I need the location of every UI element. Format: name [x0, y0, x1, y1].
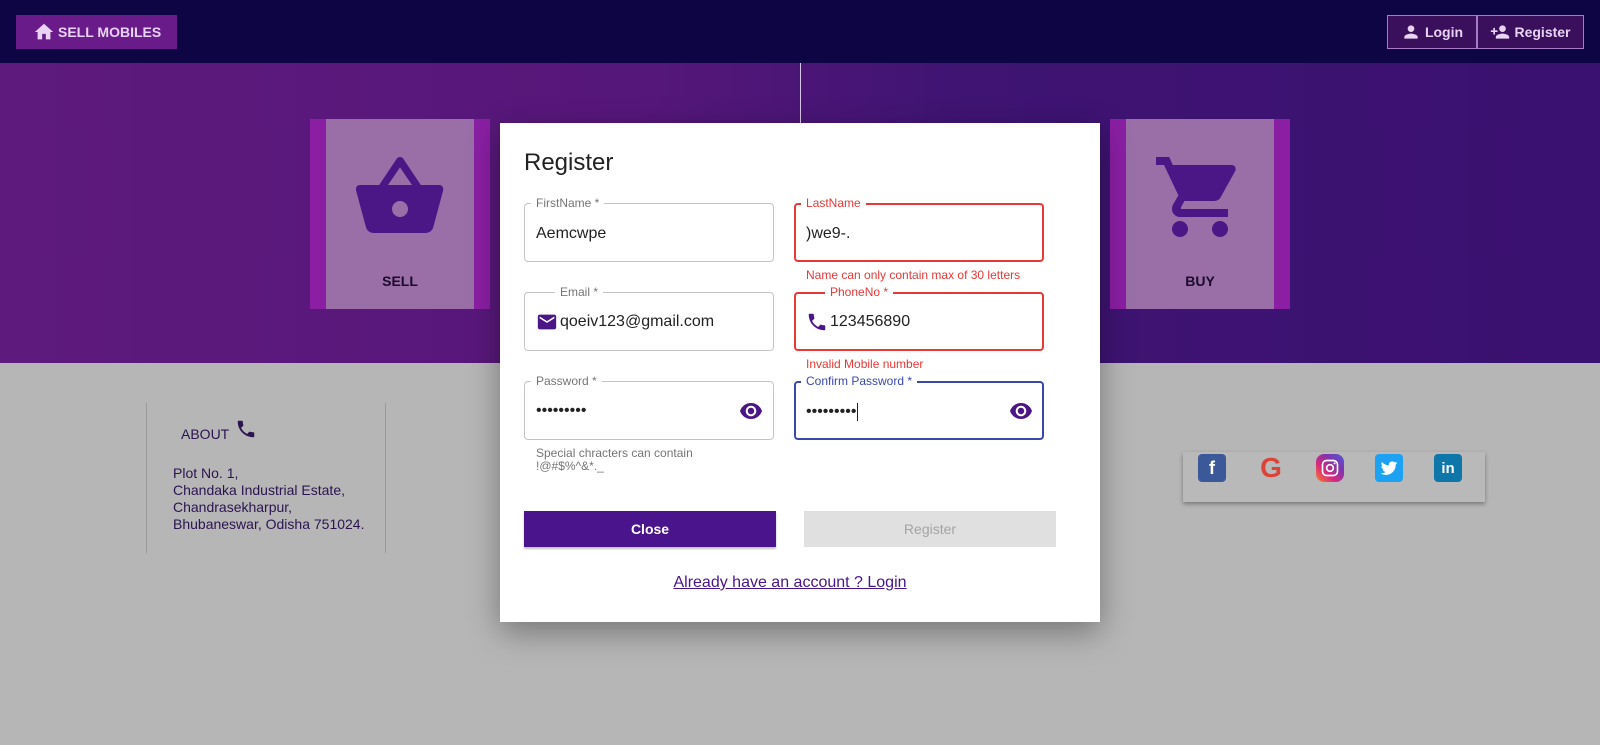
last-name-error: Name can only contain max of 30 letters: [806, 268, 1021, 282]
dialog-title: Register: [524, 149, 614, 176]
register-submit-button[interactable]: Register: [804, 511, 1056, 547]
first-name-value: Aemcwpe: [536, 225, 607, 242]
confirm-password-value: •••••••••: [806, 403, 857, 420]
phone-value: 123456890: [830, 313, 911, 330]
first-name-field[interactable]: FirstName * Aemcwpe: [524, 196, 774, 262]
close-button[interactable]: Close: [524, 511, 776, 547]
email-label: Email *: [555, 285, 604, 299]
confirm-password-label: Confirm Password *: [801, 374, 918, 388]
last-name-field[interactable]: LastName )we9-.: [794, 196, 1044, 262]
last-name-value: )we9-.: [806, 225, 851, 242]
password-label: Password *: [531, 374, 602, 388]
password-field[interactable]: Password * •••••••••: [524, 374, 774, 440]
eye-icon[interactable]: [1009, 402, 1033, 420]
first-name-label: FirstName *: [531, 196, 605, 210]
text-caret: [857, 403, 859, 421]
eye-icon[interactable]: [739, 402, 763, 420]
password-helper-line: !@#$%^&*._: [536, 459, 604, 473]
password-value: •••••••••: [536, 402, 587, 419]
email-value: qoeiv123@gmail.com: [560, 313, 715, 330]
login-link[interactable]: Already have an account ? Login: [500, 574, 1056, 592]
phone-label: PhoneNo *: [825, 285, 894, 299]
phone-error: Invalid Mobile number: [806, 357, 924, 371]
confirm-password-value-wrap: •••••••••: [806, 403, 859, 421]
password-helper: Special chracters can contain !@#$%^&*._: [536, 447, 693, 473]
phone-value-wrap: 123456890: [806, 311, 910, 333]
mail-icon: [537, 314, 557, 330]
phone-icon: [808, 313, 826, 331]
last-name-label: LastName: [801, 196, 866, 210]
confirm-password-field[interactable]: Confirm Password * •••••••••: [794, 374, 1044, 440]
register-dialog: Register FirstName * Aemcwpe LastName )w…: [500, 123, 1100, 622]
phone-field[interactable]: PhoneNo * 123456890: [794, 285, 1044, 351]
email-value-wrap: qoeiv123@gmail.com: [536, 311, 714, 333]
email-field[interactable]: Email * qoeiv123@gmail.com: [524, 285, 774, 351]
